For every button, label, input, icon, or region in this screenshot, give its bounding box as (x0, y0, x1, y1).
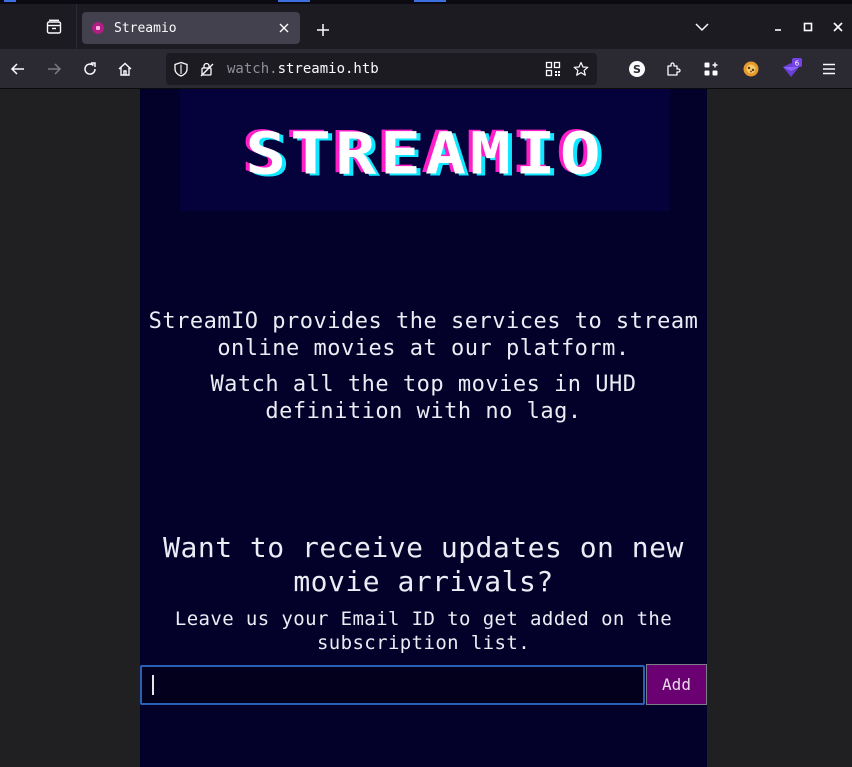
reload-icon (84, 62, 96, 75)
close-window-button[interactable] (825, 14, 851, 40)
close-icon (833, 22, 843, 32)
home-icon (118, 62, 132, 76)
text-caret (152, 675, 154, 695)
bookmark-button[interactable] (570, 58, 592, 80)
app-menu-button[interactable] (815, 55, 843, 83)
chevron-down-icon (695, 23, 709, 32)
url-domain: streamio.htb (277, 61, 379, 77)
url-subdomain: watch. (227, 61, 278, 77)
star-icon (573, 61, 589, 76)
svg-text:S: S (633, 63, 641, 76)
logo-banner: STREAMIO (180, 89, 670, 211)
firefox-view-button[interactable] (40, 13, 68, 41)
maximize-button[interactable] (795, 14, 821, 40)
page-viewport: STREAMIO StreamIO provides the services … (0, 89, 852, 767)
purple-extension-icon: 6 (783, 58, 802, 77)
extension-badge-count: 6 (795, 60, 800, 68)
newsletter-heading: Want to receive updates on new movie arr… (163, 531, 684, 598)
extension-purple-button[interactable]: 6 (777, 55, 805, 83)
s-extension-icon: S (629, 61, 645, 77)
tab-title: Streamio (114, 20, 177, 36)
streamio-favicon-icon (92, 22, 104, 34)
activity-marker (414, 0, 446, 2)
site-security-button[interactable] (196, 58, 218, 80)
hamburger-menu-icon (823, 63, 835, 75)
activity-marker (278, 0, 310, 2)
tab-streamio[interactable]: Streamio (82, 12, 300, 44)
reload-button[interactable] (76, 55, 104, 83)
arrow-left-icon (10, 63, 24, 75)
shield-icon (174, 61, 188, 77)
plus-icon (317, 24, 329, 36)
arrow-right-icon (48, 63, 62, 75)
lock-warning-icon (200, 62, 214, 77)
firefox-view-icon (46, 19, 62, 34)
tab-bar: Streamio (0, 4, 852, 49)
list-all-tabs-button[interactable] (689, 14, 715, 40)
puzzle-icon (667, 62, 681, 76)
qr-code-button[interactable] (542, 58, 564, 80)
new-tab-button[interactable] (310, 17, 336, 43)
tab-separator (76, 4, 77, 49)
activity-marker (4, 0, 16, 2)
description-line-1: StreamIO provides the services to stream… (148, 309, 699, 361)
email-input[interactable] (140, 665, 645, 705)
cookie-extension-icon (743, 61, 759, 77)
extensions-button[interactable] (659, 55, 687, 83)
tracking-protection-button[interactable] (170, 58, 192, 80)
streamio-logo: STREAMIO (245, 120, 605, 189)
add-button[interactable]: Add (646, 664, 707, 705)
home-button[interactable] (111, 55, 139, 83)
minimize-button[interactable] (765, 14, 791, 40)
forward-button[interactable] (40, 55, 68, 83)
grid-plus-icon (704, 62, 718, 76)
back-button[interactable] (4, 55, 32, 83)
tab-close-button[interactable] (274, 18, 294, 38)
description-line-2: Watch all the top movies in UHD definiti… (210, 372, 637, 424)
url-bar[interactable]: watch.streamio.htb (166, 53, 597, 85)
streamio-page: STREAMIO StreamIO provides the services … (140, 89, 707, 767)
maximize-icon (803, 22, 813, 32)
navigation-toolbar: watch.streamio.htb S 6 (0, 49, 852, 89)
qr-code-icon (545, 61, 561, 77)
extension-s-button[interactable]: S (623, 55, 651, 83)
close-icon (279, 23, 289, 33)
extension-grid-button[interactable] (697, 55, 725, 83)
url-text[interactable]: watch.streamio.htb (227, 61, 379, 77)
newsletter-subline: Leave us your Email ID to get added on t… (174, 608, 673, 654)
extension-cookie-button[interactable] (737, 55, 765, 83)
minimize-icon (775, 29, 781, 31)
